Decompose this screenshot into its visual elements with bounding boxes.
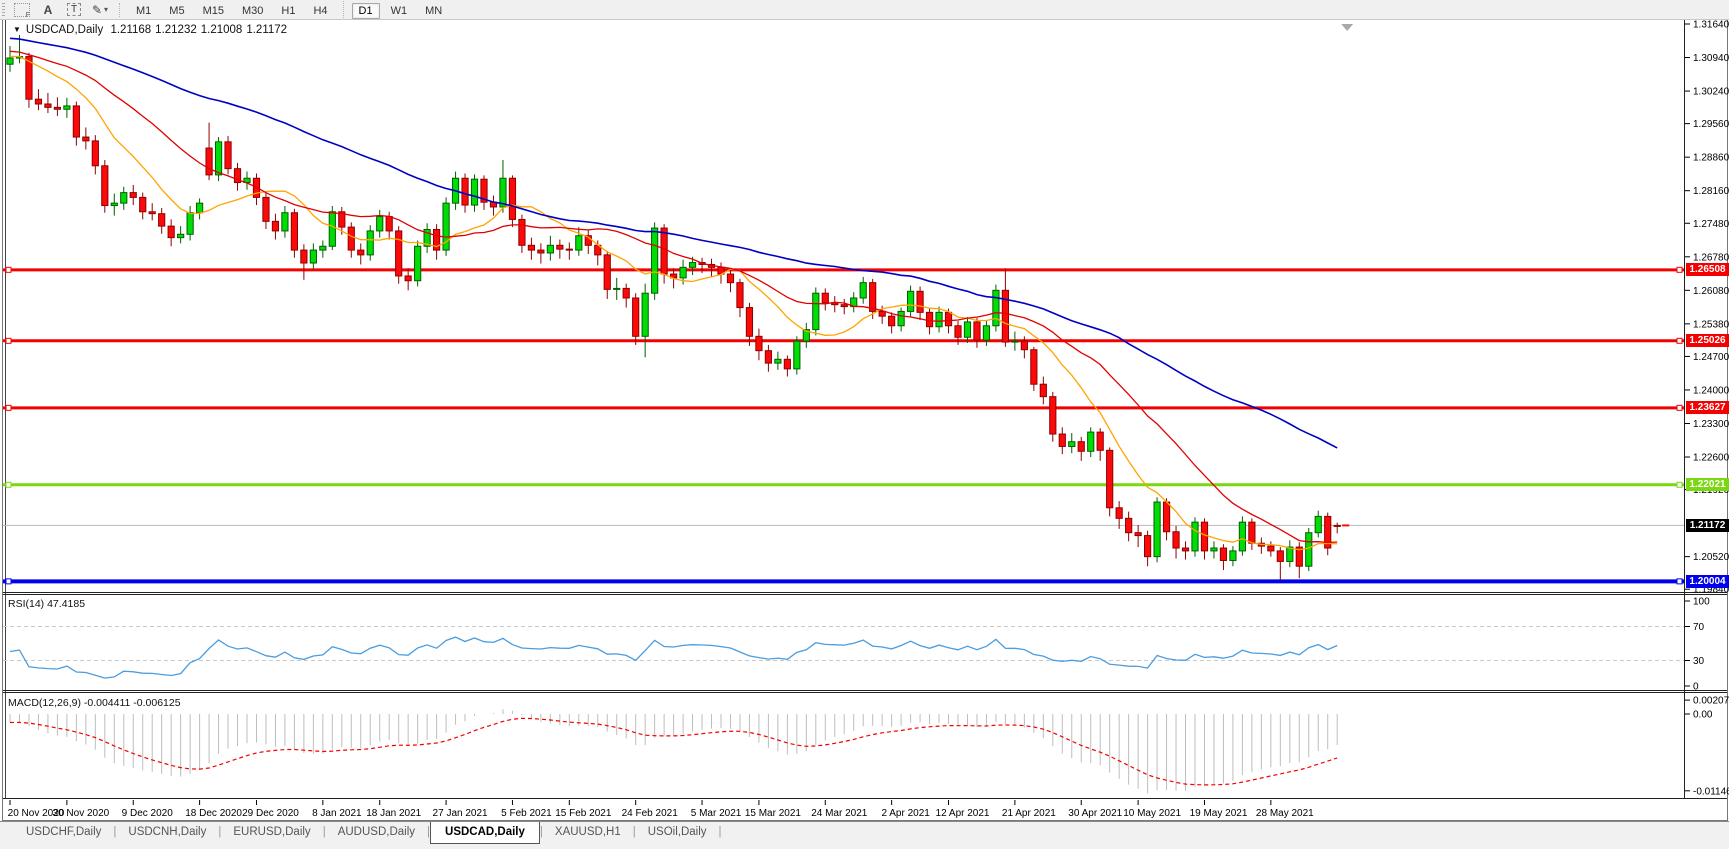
chart-tab-USDCHF[interactable]: USDCHF,Daily <box>14 822 113 843</box>
svg-text:1.28160: 1.28160 <box>1693 186 1729 197</box>
svg-text:9 Dec 2020: 9 Dec 2020 <box>122 808 174 819</box>
svg-text:1.31640: 1.31640 <box>1693 20 1729 31</box>
macd-indicator-label: MACD(12,26,9) -0.004411 -0.006125 <box>8 697 181 709</box>
ohlc-high: 1.21232 <box>155 24 197 36</box>
text-box-icon[interactable]: T <box>64 2 84 18</box>
svg-text:1.26780: 1.26780 <box>1693 252 1729 263</box>
hline-handle[interactable] <box>5 404 12 411</box>
svg-text:10 May 2021: 10 May 2021 <box>1123 808 1181 819</box>
ohlc-low: 1.21008 <box>200 24 243 36</box>
svg-text:-0.011462: -0.011462 <box>1693 786 1729 797</box>
chart-grid-icon[interactable] <box>12 2 32 19</box>
tab-divider: | <box>718 826 722 838</box>
svg-text:15 Mar 2021: 15 Mar 2021 <box>745 808 802 819</box>
svg-text:1.27480: 1.27480 <box>1693 219 1729 230</box>
chart-title: ▼ USDCAD,Daily 1.21168 1.21232 1.21008 1.211… <box>13 24 291 36</box>
chart-tab-XAUUSD[interactable]: XAUUSD,H1 <box>543 822 633 843</box>
svg-text:8 Jan 2021: 8 Jan 2021 <box>312 808 362 819</box>
hline-handle[interactable] <box>5 481 12 488</box>
timeframe-W1[interactable]: W1 <box>384 3 415 19</box>
svg-text:1.25380: 1.25380 <box>1693 319 1729 330</box>
hline-handle[interactable] <box>5 266 12 273</box>
svg-text:0.002074: 0.002074 <box>1693 696 1729 707</box>
trading-platform-window: A T ✎ ▾ M1M5 M15M30H1H4 D1W1MN 1.31640 1.30… <box>0 0 1729 849</box>
hline-price-badge: 1.26508 <box>1686 263 1729 277</box>
hline-price-badge: 1.25026 <box>1686 334 1729 348</box>
svg-text:29 Dec 2020: 29 Dec 2020 <box>242 808 299 819</box>
text-label-icon[interactable]: A <box>38 2 58 18</box>
hline-price-badge: 1.23627 <box>1686 401 1729 415</box>
rsi-indicator-label: RSI(14) 47.4185 <box>8 598 86 610</box>
chart-tab-bar: USDCHF,Daily | USDCNH,Daily | EURUSD,Daily | A… <box>0 821 1729 849</box>
svg-text:15 Feb 2021: 15 Feb 2021 <box>555 808 612 819</box>
ohlc-close: 1.21172 <box>246 24 288 36</box>
hline-price-badge: 1.22021 <box>1686 478 1729 492</box>
timeframe-buttons: M1 M5 M15 M30 H1 H4 D1 W1 MN <box>127 0 451 19</box>
toolbar: A T ✎ ▾ M1M5 M15M30H1H4 D1W1MN <box>0 0 1729 20</box>
toolbar-separator <box>119 2 121 17</box>
svg-text:30 Apr 2021: 30 Apr 2021 <box>1068 808 1122 819</box>
svg-text:24 Feb 2021: 24 Feb 2021 <box>622 808 679 819</box>
symbol-dropdown-icon[interactable]: ▼ <box>13 25 21 34</box>
svg-text:1.28860: 1.28860 <box>1693 153 1729 164</box>
timeframe-MN[interactable]: MN <box>418 3 449 19</box>
svg-text:100: 100 <box>1693 597 1710 608</box>
svg-text:12 Apr 2021: 12 Apr 2021 <box>936 808 990 819</box>
timeframe-H4[interactable]: H4 <box>306 3 334 19</box>
timeframe-H1[interactable]: H1 <box>274 3 302 19</box>
hline-handle[interactable] <box>1676 481 1683 488</box>
chart-symbol: USDCAD,Daily <box>25 24 104 36</box>
svg-text:1.24700: 1.24700 <box>1693 352 1729 363</box>
svg-text:30 Nov 2020: 30 Nov 2020 <box>53 808 110 819</box>
chart-tab-USDCNH[interactable]: USDCNH,Daily <box>116 822 218 843</box>
svg-text:1.22600: 1.22600 <box>1693 453 1729 464</box>
svg-text:5 Feb 2021: 5 Feb 2021 <box>501 808 552 819</box>
chart-tab-USOil[interactable]: USOil,Daily <box>636 822 719 843</box>
draw-objects-icon[interactable]: ✎ ▾ <box>90 2 110 18</box>
hline-price-badge: 1.20004 <box>1686 574 1729 588</box>
svg-text:0.00: 0.00 <box>1693 710 1713 721</box>
hline-handle[interactable] <box>5 337 12 344</box>
svg-text:21 Apr 2021: 21 Apr 2021 <box>1002 808 1056 819</box>
hline-handle[interactable] <box>5 578 12 585</box>
svg-text:5 Mar 2021: 5 Mar 2021 <box>691 808 742 819</box>
svg-text:27 Jan 2021: 27 Jan 2021 <box>433 808 488 819</box>
svg-text:18 Dec 2020: 18 Dec 2020 <box>185 808 242 819</box>
svg-text:1.30940: 1.30940 <box>1693 53 1729 64</box>
hline-handle[interactable] <box>1676 337 1683 344</box>
svg-text:2 Apr 2021: 2 Apr 2021 <box>881 808 930 819</box>
svg-text:18 Jan 2021: 18 Jan 2021 <box>366 808 421 819</box>
timeframe-M5[interactable]: M5 <box>162 3 191 19</box>
timeframe-M30[interactable]: M30 <box>235 3 270 19</box>
svg-text:30: 30 <box>1693 656 1705 667</box>
svg-text:28 May 2021: 28 May 2021 <box>1256 808 1314 819</box>
svg-text:1.23300: 1.23300 <box>1693 419 1729 430</box>
svg-text:1.24000: 1.24000 <box>1693 385 1729 396</box>
ohlc-open: 1.21168 <box>110 24 152 36</box>
chart-canvas[interactable]: 1.31640 1.30940 1.30240 1.29560 1.28860 1.281… <box>0 0 1729 848</box>
svg-text:70: 70 <box>1693 622 1705 633</box>
chart-tab-AUDUSD[interactable]: AUDUSD,Daily <box>326 822 427 843</box>
chart-tab-EURUSD[interactable]: EURUSD,Daily <box>221 822 322 843</box>
svg-text:1.20520: 1.20520 <box>1693 552 1729 563</box>
chart-tab-USDCAD[interactable]: USDCAD,Daily <box>430 822 540 844</box>
hline-handle[interactable] <box>1676 404 1683 411</box>
hline-handle[interactable] <box>1676 266 1683 273</box>
toolbar-grip[interactable] <box>2 2 5 17</box>
svg-text:24 Mar 2021: 24 Mar 2021 <box>811 808 868 819</box>
svg-text:1.30240: 1.30240 <box>1693 87 1729 98</box>
dropdown-arrow-icon[interactable]: ▾ <box>104 5 108 14</box>
timeframe-M15[interactable]: M15 <box>196 3 231 19</box>
hline-handle[interactable] <box>1676 578 1683 585</box>
svg-text:1.26080: 1.26080 <box>1693 286 1729 297</box>
timeframe-D1[interactable]: D1 <box>351 2 380 19</box>
svg-text:19 May 2021: 19 May 2021 <box>1190 808 1248 819</box>
timeframe-M1[interactable]: M1 <box>129 3 158 19</box>
svg-text:0: 0 <box>1693 682 1699 693</box>
current-price-badge: 1.21172 <box>1686 518 1729 532</box>
svg-text:1.29560: 1.29560 <box>1693 119 1729 130</box>
